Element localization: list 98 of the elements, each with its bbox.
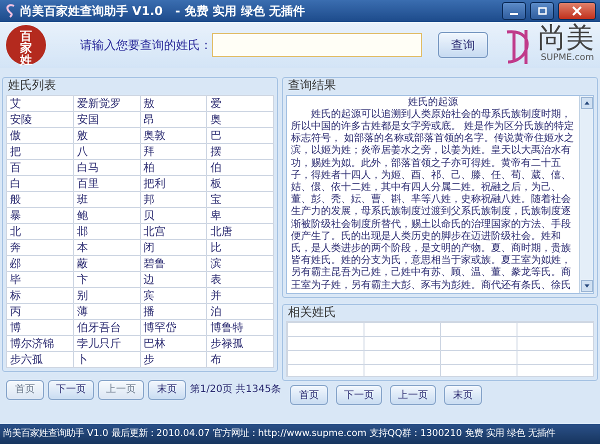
page-button[interactable]: 下一页 [336, 385, 382, 406]
surname-cell[interactable]: 薄 [73, 303, 140, 319]
surname-cell[interactable]: 百里 [73, 175, 140, 191]
surname-cell[interactable]: 摆 [206, 143, 274, 159]
surname-cell[interactable]: 丙 [6, 303, 74, 319]
surname-cell[interactable]: 巴 [206, 127, 274, 143]
search-field[interactable] [212, 33, 422, 57]
surname-cell[interactable]: 并 [206, 287, 274, 303]
surname-cell[interactable]: 表 [206, 271, 274, 287]
surname-cell[interactable]: 泊 [206, 303, 274, 319]
surname-cell[interactable]: 把利 [140, 175, 207, 191]
surname-cell[interactable]: 邶 [73, 223, 140, 239]
minimize-button[interactable] [502, 2, 526, 20]
close-icon [572, 6, 582, 16]
surname-cell[interactable]: 把 [6, 143, 74, 159]
surname-cell[interactable]: 百 [6, 159, 74, 175]
scroll-up-icon[interactable] [581, 96, 593, 108]
surname-cell[interactable]: 八 [73, 143, 140, 159]
surname-cell[interactable]: 边 [140, 271, 207, 287]
surname-cell[interactable]: 板 [206, 175, 274, 191]
surname-cell[interactable]: 安陵 [6, 111, 74, 127]
surname-cell[interactable]: 博 [6, 319, 74, 335]
scrollbar[interactable] [579, 96, 593, 293]
page-button[interactable]: 末页 [444, 385, 482, 406]
surname-cell[interactable]: 柏 [140, 159, 207, 175]
result-text-area[interactable] [286, 94, 594, 294]
surname-cell[interactable]: 贝 [140, 207, 207, 223]
surname-cell[interactable]: 北 [6, 223, 74, 239]
surname-cell[interactable]: 蔽 [73, 255, 140, 271]
app-icon [4, 4, 16, 18]
surname-cell[interactable]: 白 [6, 175, 74, 191]
surname-cell[interactable]: 步禄孤 [206, 335, 274, 351]
surname-cell[interactable]: 巴林 [140, 335, 207, 351]
maximize-icon [538, 7, 546, 15]
surname-cell[interactable]: 比 [206, 239, 274, 255]
page-info: 第1/20页 共1345条 [190, 382, 282, 397]
result-heading: 姓氏的起源 [407, 96, 459, 108]
surname-cell[interactable]: 宾 [140, 287, 207, 303]
surname-cell[interactable]: 奥 [206, 111, 274, 127]
page-button[interactable]: 首页 [290, 385, 328, 406]
brand-site: SUPME.com [540, 52, 594, 66]
surname-cell[interactable]: 卜 [73, 351, 140, 367]
surname-cell[interactable]: 敖 [140, 95, 207, 111]
surname-cell[interactable]: 昂 [140, 111, 207, 127]
logo: 百家姓 [6, 25, 46, 65]
group-title: 查询结果 [286, 78, 338, 92]
surname-cell[interactable]: 北唐 [206, 223, 274, 239]
surname-cell[interactable]: 宝 [206, 191, 274, 207]
surname-cell[interactable]: 布 [206, 351, 274, 367]
surname-cell[interactable]: 博尔济锦 [6, 335, 74, 351]
surname-cell[interactable]: 步 [140, 351, 207, 367]
surname-cell[interactable]: 毕 [6, 271, 74, 287]
surname-cell[interactable]: 安国 [73, 111, 140, 127]
brand-name: 尚美 [538, 24, 594, 52]
surname-cell[interactable]: 班 [73, 191, 140, 207]
group-title: 相关姓氏 [286, 304, 338, 319]
surname-cell[interactable]: 艾 [6, 95, 74, 111]
surname-cell[interactable]: 邲 [6, 255, 74, 271]
surname-cell[interactable]: 别 [73, 287, 140, 303]
surname-cell[interactable]: 卞 [73, 271, 140, 287]
close-button[interactable] [558, 2, 596, 20]
surname-cell[interactable]: 标 [6, 287, 74, 303]
surname-cell[interactable]: 邦 [140, 191, 207, 207]
search-button[interactable]: 查询 [438, 32, 488, 58]
surname-cell[interactable]: 奥敦 [140, 127, 207, 143]
surname-cell[interactable]: 闭 [140, 239, 207, 255]
surname-cell[interactable]: 步六孤 [6, 351, 74, 367]
result-paragraph: 姓氏的起源可以追溯到人类原始社会的母系氏族制度时期，所以中国的许多古姓都是女字旁或底。 姓是作为区分氏族的特定标志符号， 如部落的名称或部落首领的名字。传说黄帝住姬水之滨，以姬为姓；炎帝居姜水之旁，以姜为姓。皇天以大禹治水有功，赐姓为姒。此外，部落首领之子亦可得姓。黄帝有二十五子，得姓者十四人，为姬、酉、祁、己、滕、任、荀、葳、僖、姞、儇、依十二姓，其中有四人分属二姓。祝融之后，为己、董、彭、秃、妘、曹、斟、芈等八姓，史称祝融八姓。随着社会生产力的发展，母系氏族制度过渡到父系氏族制度，氏族制度逐渐被阶级社会制度所替代，赐土以命氏的治理国家的方法、手段便产生了。氏的出现是人类历史的脚步在迈进阶级社会。姓和氏，是人类进步的两个阶段，是文明的产物。夏、商时期，贵族皆有姓氏。姓的分支为氏，意思相当于家或族。夏王室为姒姓，另有霸主昆吾为己姓，己姓中有苏、顾、温、董、豢龙等氏。商王室为子姓，另有霸主大彭、豕韦为彭姓。商代还有条氏、徐氏 [291, 108, 575, 292]
surname-cell[interactable]: 般 [6, 191, 74, 207]
surname-cell[interactable]: 拜 [140, 143, 207, 159]
page-button[interactable]: 下一页 [48, 380, 94, 400]
surname-cell[interactable]: 奔 [6, 239, 74, 255]
page-button[interactable]: 末页 [148, 380, 186, 400]
surname-cell[interactable]: 本 [73, 239, 140, 255]
surname-cell[interactable]: 播 [140, 303, 207, 319]
page-button[interactable]: 上一页 [390, 385, 436, 406]
surname-cell[interactable]: 孛儿只斤 [73, 335, 140, 351]
surname-cell[interactable]: 敫 [73, 127, 140, 143]
surname-cell[interactable]: 滨 [206, 255, 274, 271]
surname-cell[interactable]: 白马 [73, 159, 140, 175]
surname-cell[interactable]: 傲 [6, 127, 74, 143]
surname-cell[interactable]: 北宫 [140, 223, 207, 239]
surname-cell[interactable]: 鲍 [73, 207, 140, 223]
scroll-down-icon[interactable] [581, 280, 593, 292]
window-title: 尚美百家姓查询助手 V1.0 - 免费 实用 绿色 无插件 [20, 3, 305, 20]
surname-cell[interactable]: 爱 [206, 95, 274, 111]
surname-cell[interactable]: 卑 [206, 207, 274, 223]
surname-cell[interactable]: 博罕岱 [140, 319, 207, 335]
maximize-button[interactable] [530, 2, 554, 20]
search-label: 请输入您要查询的姓氏： [80, 37, 212, 54]
surname-cell[interactable]: 暴 [6, 207, 74, 223]
status-bar: 尚美百家姓查询助手 V1.0 最后更新：2010.04.07 官方网址：http://www.supme.com 支持QQ群：1300210 免费 实用 绿色 无插件 [0, 424, 600, 444]
surname-cell[interactable]: 博鲁特 [206, 319, 274, 335]
surname-cell[interactable]: 伯 [206, 159, 274, 175]
group-title: 姓氏列表 [6, 78, 58, 92]
surname-cell[interactable]: 碧鲁 [140, 255, 207, 271]
surname-cell[interactable]: 爱新觉罗 [73, 95, 140, 111]
surname-cell[interactable]: 伯牙吾台 [73, 319, 140, 335]
